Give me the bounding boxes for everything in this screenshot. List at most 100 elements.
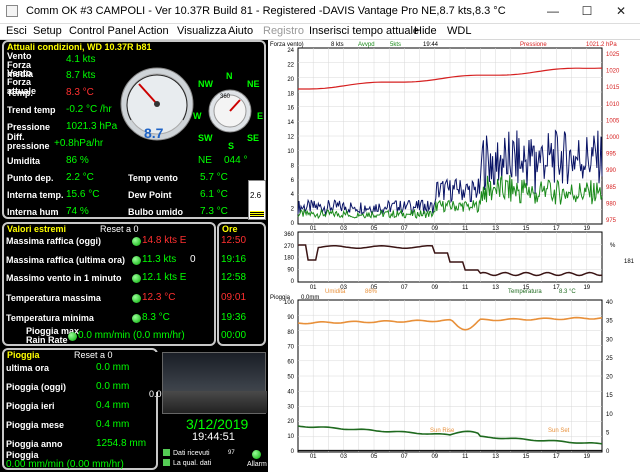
bottom-label-temperature: Temperatura xyxy=(508,289,542,295)
bottom-right-tick: 40 xyxy=(606,300,613,306)
sun-set-label: Sun Set xyxy=(548,428,570,434)
top-label-time: 19:44 xyxy=(423,42,439,48)
time-max-raffica-ora: 19:16 xyxy=(221,254,247,265)
bottom-x-ticks: 01 03 05 07 09 11 13 15 17 19 xyxy=(310,454,591,460)
compass-w: W xyxy=(193,111,202,121)
top-right-tick: 1000 xyxy=(606,135,620,141)
led-indicator xyxy=(68,332,77,341)
maximize-button[interactable]: ☐ xyxy=(572,0,602,24)
menu-esci[interactable]: Esci xyxy=(6,25,27,37)
top-left-tick: 22 xyxy=(287,62,294,68)
label-interna-hum: Interna hum xyxy=(7,207,59,217)
top-x-tick: 07 xyxy=(401,226,408,232)
value-temp-vento: 5.7 °C xyxy=(200,172,228,183)
top-right-tick: 985 xyxy=(606,185,617,191)
dial-max: 360 xyxy=(220,94,231,100)
value-max-raffica-ora: 11.3 kts xyxy=(142,254,177,265)
menu-registro[interactable]: Registro xyxy=(263,25,304,37)
time-max-raffica-oggi: 12:50 xyxy=(221,235,247,246)
mid-left-tick: 90 xyxy=(287,267,294,273)
wind-degrees: 044 ° xyxy=(224,155,248,166)
bottom-x-tick: 19 xyxy=(583,454,590,460)
bottom-label-humidity-value: 86% xyxy=(365,289,378,295)
webcam-image[interactable] xyxy=(162,352,267,414)
value-temp-min: 8.3 °C xyxy=(142,312,170,323)
bottom-left-tick: 80 xyxy=(287,330,294,336)
led-indicator xyxy=(132,256,141,265)
extremes-reset[interactable]: Reset a 0 xyxy=(100,225,139,234)
label-dew-point: Dew Point xyxy=(128,190,172,200)
bottom-x-tick: 09 xyxy=(431,454,438,460)
bottom-x-tick: 13 xyxy=(492,454,499,460)
bottom-right-tick: 5 xyxy=(606,430,610,436)
mid-left-tick: 360 xyxy=(284,232,295,238)
top-right-tick: 1005 xyxy=(606,118,620,124)
menu-setup[interactable]: Setup xyxy=(33,25,62,37)
camera-date: 3/12/2019 xyxy=(186,416,249,432)
top-label-wind-value: 8 kts xyxy=(331,42,344,48)
title-bar: Comm OK #3 CAMPOLI - Ver 10.37R Build 81… xyxy=(0,0,640,24)
charts-panel: 24 22 20 18 16 14 12 10 8 6 4 2 0 1025 1020 1015 1010 10… xyxy=(268,40,640,472)
label-max-raffica-oggi: Massima raffica (oggi) xyxy=(6,236,102,246)
close-button[interactable]: ✕ xyxy=(606,0,636,24)
bottom-left-tick: 70 xyxy=(287,345,294,351)
menu-wdl[interactable]: WDL xyxy=(447,25,471,37)
bottom-label-temperature-value: 8.3 °C xyxy=(559,289,576,295)
top-left-tick: 24 xyxy=(287,48,294,54)
alarm-led xyxy=(252,450,261,459)
value-punto-dep: 2.2 °C xyxy=(66,172,94,183)
rain-reset[interactable]: Reset a 0 xyxy=(74,351,113,360)
compass-se: SE xyxy=(247,133,260,143)
bottom-left-tick: 30 xyxy=(287,404,294,410)
dati-ricevuti-count: 97 xyxy=(228,450,235,456)
bottom-label-rain-value: 0.0mm xyxy=(301,295,319,301)
top-left-tick: 0 xyxy=(291,221,295,227)
label-diff-pressione: Diff. pressione xyxy=(7,132,50,151)
mid-right-label: 181 xyxy=(624,259,635,265)
menu-hide[interactable]: Hide xyxy=(414,25,437,37)
bottom-left-tick: 60 xyxy=(287,360,294,366)
top-right-tick: 1025 xyxy=(606,52,620,58)
label-punto-dep: Punto dep. xyxy=(7,173,54,183)
bottom-x-tick: 05 xyxy=(371,454,378,460)
bottom-right-ticks: 40 35 30 25 20 15 10 5 0 xyxy=(606,300,613,455)
label-trend-temp: Trend temp xyxy=(7,105,56,115)
value-vento-media: 4.1 kts xyxy=(66,54,96,65)
label-pressione: Pressione xyxy=(7,122,51,132)
top-left-tick: 16 xyxy=(287,106,294,112)
label-rain-oggi: Pioggia (oggi) xyxy=(6,382,66,392)
top-left-tick: 12 xyxy=(287,135,294,141)
menu-control-panel[interactable]: Control Panel xyxy=(69,25,136,37)
alarm-label[interactable]: Allarm xyxy=(247,460,267,469)
menu-action[interactable]: Action xyxy=(138,25,169,37)
top-left-tick: 14 xyxy=(287,120,294,126)
top-right-tick: 975 xyxy=(606,218,617,224)
menu-inserisci-tempo[interactable]: Inserisci tempo attuale xyxy=(309,25,419,37)
bottom-left-ticks: 1009080706050403020100 xyxy=(284,300,295,455)
top-x-tick: 11 xyxy=(462,226,469,232)
quality-indicator xyxy=(163,459,170,466)
value-rain-ieri: 0.4 mm xyxy=(96,400,130,411)
bottom-x-tick: 01 xyxy=(310,454,317,460)
minimize-button[interactable]: — xyxy=(538,0,568,24)
top-left-tick: 10 xyxy=(287,149,294,155)
top-x-tick: 09 xyxy=(431,226,438,232)
value-pressione: 1021.3 hPa xyxy=(66,121,118,132)
time-temp-min: 19:36 xyxy=(221,312,247,323)
top-label-avg: Avvpd xyxy=(358,42,375,48)
top-x-ticks: 01 03 05 07 09 11 13 15 17 19 xyxy=(310,226,591,232)
label-temp-vento: Temp vento xyxy=(128,173,178,183)
compass-s: S xyxy=(228,141,235,151)
dati-ricevuti-label: Dati ricevuti xyxy=(173,450,210,457)
menu-aiuto[interactable]: Aiuto xyxy=(228,25,253,37)
menu-visualizza[interactable]: Visualizza xyxy=(177,25,226,37)
bottom-label-humidity: Umidita xyxy=(325,289,346,295)
charts-svg: 242220181614121086420 102510201015101010… xyxy=(270,42,635,460)
bottom-x-tick: 07 xyxy=(401,454,408,460)
bottom-right-tick: 0 xyxy=(606,449,610,455)
rain-panel: Pioggia Reset a 0 ultima ora 0.0 mm Piog… xyxy=(2,348,158,470)
bottom-x-tick: 15 xyxy=(523,454,530,460)
compass-sw: SW xyxy=(198,133,213,143)
label-temp-min: Temperatura minima xyxy=(6,313,94,323)
app-icon xyxy=(6,5,18,17)
